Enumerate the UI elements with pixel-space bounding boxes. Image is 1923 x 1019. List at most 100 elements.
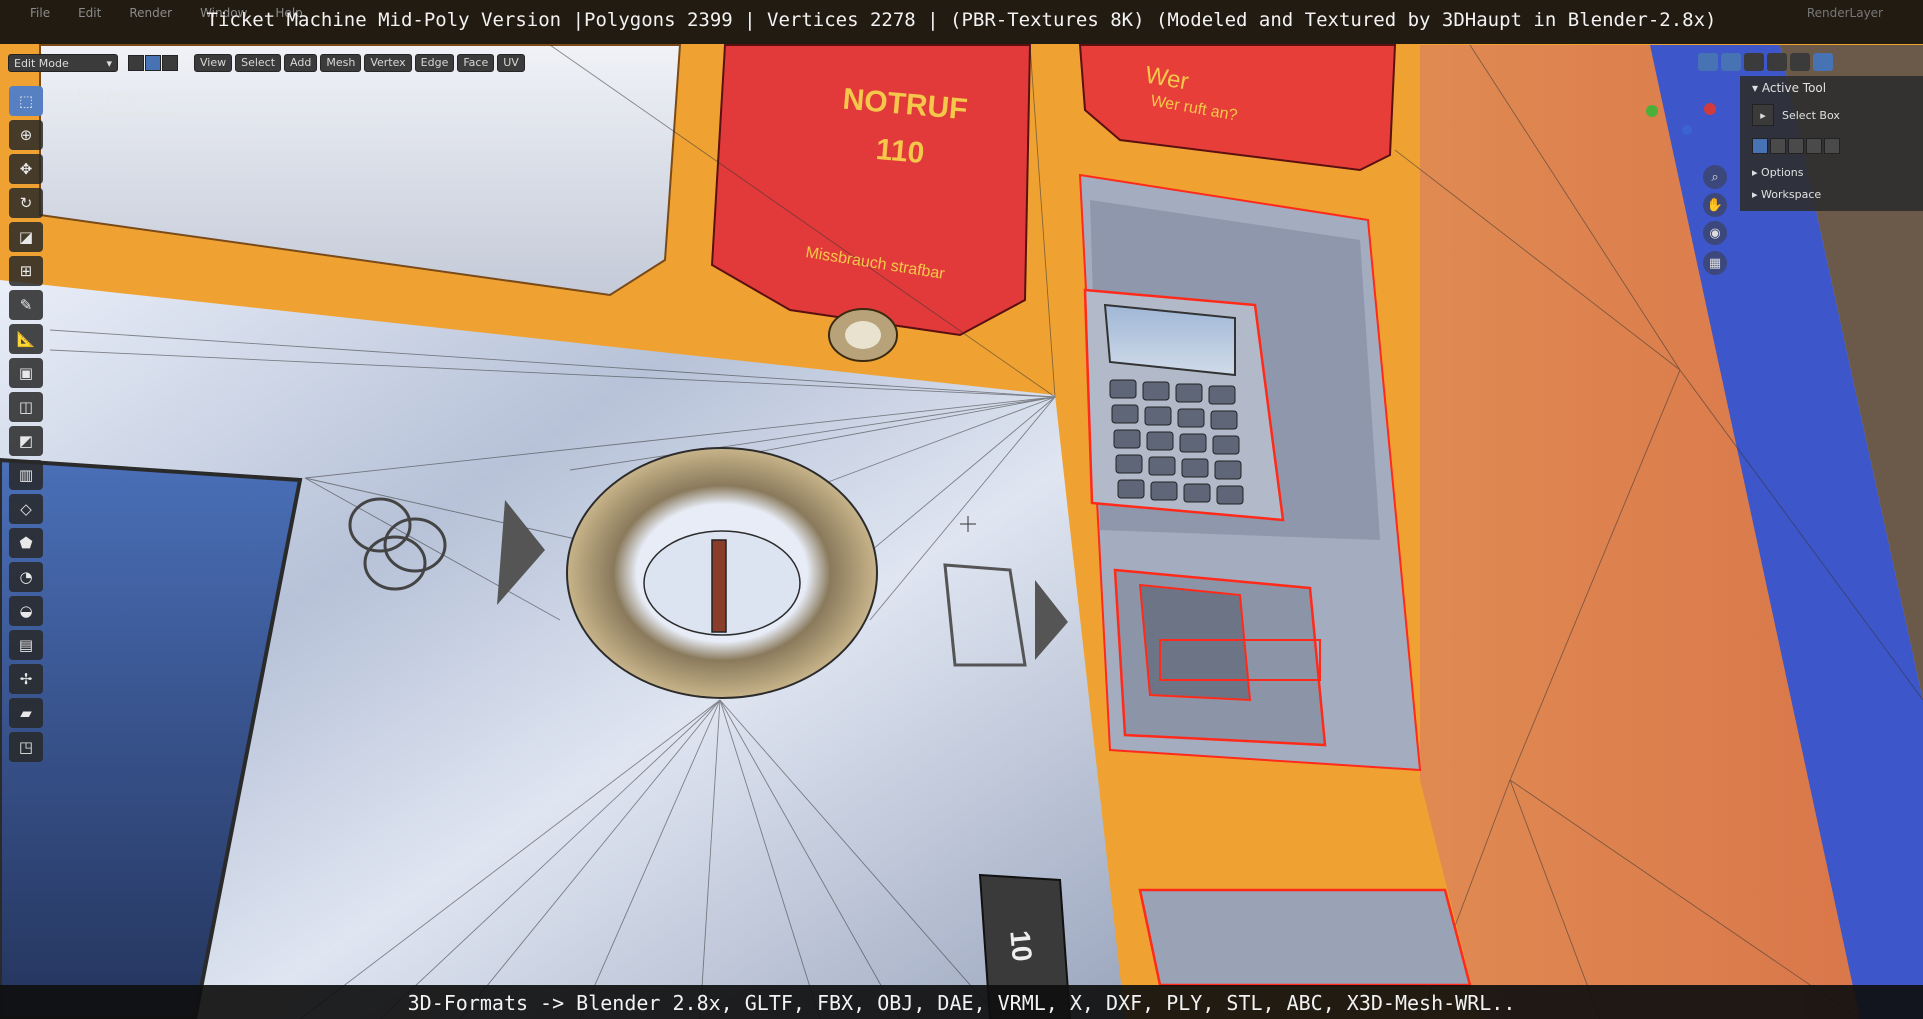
annotate-tool-icon[interactable]: ✎ [9,290,43,320]
pin-pad-key [1177,408,1205,428]
pin-pad-key [1117,479,1145,499]
mode-invert-icon[interactable] [1806,138,1822,154]
z-axis-icon[interactable] [1682,125,1692,135]
pin-pad-key [1212,435,1240,455]
pin-pad-key [1181,458,1209,478]
pin-pad-key [1175,383,1203,403]
vertex-select-button[interactable] [128,55,144,71]
y-axis-icon[interactable] [1646,105,1658,117]
xray-toggle[interactable] [1744,53,1764,71]
chevron-right-icon: ▸ [1752,188,1762,201]
chevron-down-icon: ▾ [106,56,112,70]
menu-edge[interactable]: Edge [414,54,455,72]
pin-pad-key [1111,404,1139,424]
x-axis-icon[interactable] [1704,103,1716,115]
pin-pad-key [1148,456,1176,476]
viewport-3d[interactable] [0,0,1923,1019]
options-label: Options [1761,166,1804,179]
rip-tool-icon[interactable]: ◳ [9,732,43,762]
emergency-button-center [845,321,881,349]
bevel-tool-icon[interactable]: ◩ [9,426,43,456]
header-menus: View Select Add Mesh Vertex Edge Face UV [194,54,525,72]
measure-tool-icon[interactable]: 📐 [9,324,43,354]
pin-pad-key [1115,454,1143,474]
transform-tool-icon[interactable]: ⊞ [9,256,43,286]
menu-select[interactable]: Select [235,54,282,72]
coin-return-label: 10 [1004,929,1038,963]
panel-title-row[interactable]: ▾ Active Tool [1752,81,1826,95]
pin-pad-screen [1103,303,1236,377]
edge-slide-tool-icon[interactable]: ▤ [9,630,43,660]
menu-add[interactable]: Add [284,54,318,72]
mode-intersect-icon[interactable] [1824,138,1840,154]
pin-pad-key [1146,431,1174,451]
loopcut-tool-icon[interactable]: ▥ [9,460,43,490]
select-box-label: Select Box [1782,109,1840,122]
select-tool-icon[interactable]: ⬚ [9,86,43,116]
pin-pad-key [1179,433,1207,453]
pin-pad-key [1210,410,1238,430]
viewport-header-right [1698,53,1833,71]
spin-tool-icon[interactable]: ◔ [9,562,43,592]
workspace-row[interactable]: ▸ Workspace [1752,188,1821,201]
ticket-output-slot [1138,888,1472,987]
menu-view[interactable]: View [194,54,233,72]
mode-subtract-icon[interactable] [1788,138,1804,154]
top-caption-bar: File Edit Render Window Help RenderLayer… [0,0,1923,44]
overlay-toggle[interactable] [1721,53,1741,71]
grid-icon[interactable]: ▦ [1703,251,1727,275]
cursor-tool-icon[interactable]: ⊕ [9,120,43,150]
pin-pad-key [1113,429,1141,449]
scale-tool-icon[interactable]: ◪ [9,222,43,252]
menu-mesh[interactable]: Mesh [320,54,362,72]
mode-extend-icon[interactable] [1770,138,1786,154]
face-select-button[interactable] [162,55,178,71]
selection-mode-icons [1752,138,1840,154]
pin-pad-key [1183,483,1211,503]
move-tool-icon[interactable]: ✥ [9,154,43,184]
knife-tool-icon[interactable]: ◇ [9,494,43,524]
inset-tool-icon[interactable]: ◫ [9,392,43,422]
menu-uv[interactable]: UV [497,54,525,72]
rotate-tool-icon[interactable]: ↻ [9,188,43,218]
shading-material[interactable] [1813,53,1833,71]
view-perspective-label: User Perspective [78,89,171,102]
extrude-tool-icon[interactable]: ▣ [9,358,43,388]
menu-face[interactable]: Face [457,54,495,72]
workspace-label: Workspace [1761,188,1822,201]
chevron-right-icon: ▸ [1752,166,1762,179]
pin-pad-key [1150,481,1178,501]
title-caption: Ticket Machine Mid-Poly Version |Polygon… [206,9,1717,31]
coin-slot [711,539,727,633]
pin-pad-key [1208,385,1236,405]
pin-pad-key [1142,381,1170,401]
chevron-down-icon: ▾ [1752,81,1762,95]
polybuild-tool-icon[interactable]: ⬟ [9,528,43,558]
camera-icon[interactable]: ◉ [1703,221,1727,245]
select-box-icon[interactable]: ▸ [1752,104,1774,126]
view-object-label: (1) TicketMachine [78,108,176,121]
options-row[interactable]: ▸ Options [1752,166,1803,179]
mode-dropdown[interactable]: Edit Mode ▾ [8,54,118,72]
pin-pad-key [1109,379,1137,399]
pin-pad-key [1214,460,1242,480]
mode-set-icon[interactable] [1752,138,1768,154]
shading-wireframe[interactable] [1767,53,1787,71]
pin-pad-key [1216,485,1244,505]
active-tool-title: Active Tool [1761,81,1827,95]
shading-solid[interactable] [1790,53,1810,71]
active-tool-panel: ▾ Active Tool ▸ Select Box ▸ Options ▸ W… [1740,76,1923,211]
edge-select-button[interactable] [145,55,161,71]
mouse-cursor-icon [960,516,976,532]
shrink-fatten-tool-icon[interactable]: ✢ [9,664,43,694]
card-reader-slot [1138,583,1252,702]
smooth-tool-icon[interactable]: ◒ [9,596,43,626]
shear-tool-icon[interactable]: ▰ [9,698,43,728]
blender-window: NOTRUF 110 Missbrauch strafbar Wer Wer r… [0,0,1923,1019]
pin-pad-key [1144,406,1172,426]
zoom-icon[interactable]: ⌕ [1703,165,1727,189]
menu-vertex[interactable]: Vertex [364,54,412,72]
gizmo-toggle[interactable] [1698,53,1718,71]
mode-label: Edit Mode [14,56,69,70]
hand-icon[interactable]: ✋ [1703,193,1727,217]
